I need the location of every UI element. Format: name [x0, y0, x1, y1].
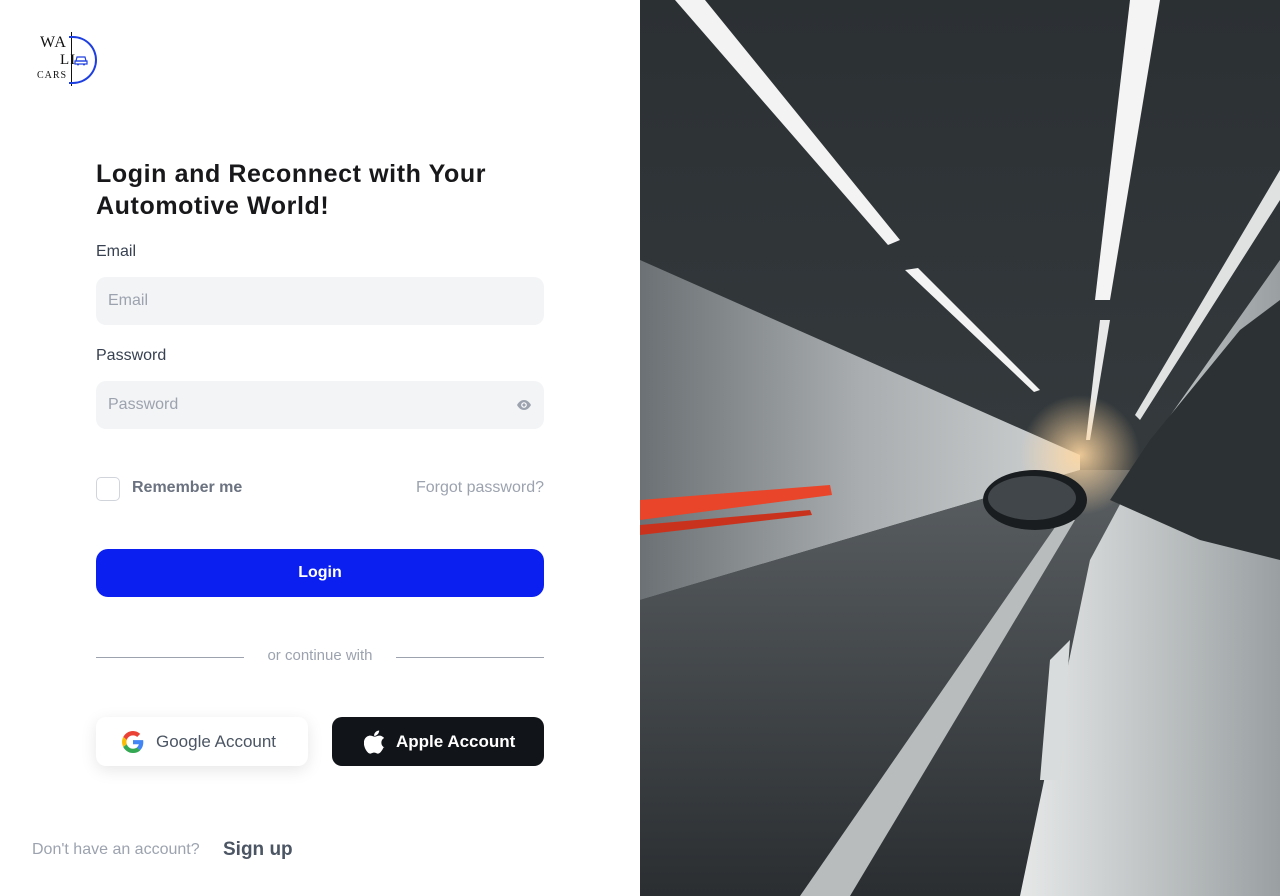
email-label: Email	[96, 243, 137, 260]
signup-link[interactable]: Sign up	[223, 839, 293, 861]
login-button[interactable]: Login	[96, 549, 544, 597]
divider-line-left	[96, 657, 244, 658]
password-input[interactable]	[96, 381, 544, 429]
password-label: Password	[96, 347, 167, 364]
apple-login-label: Apple Account	[396, 731, 516, 751]
google-login-label: Google Account	[156, 731, 277, 751]
login-panel: WA LI CARS Login and Reconnect with Your…	[0, 0, 640, 896]
remember-me-checkbox[interactable]	[96, 477, 120, 501]
divider-line-right	[396, 657, 544, 658]
hero-image	[640, 0, 1280, 896]
eye-icon[interactable]	[516, 397, 532, 413]
divider-text: or continue with	[267, 647, 373, 664]
google-login-button[interactable]: Google Account	[96, 717, 308, 766]
forgot-password-link[interactable]: Forgot password?	[416, 479, 544, 497]
apple-icon	[364, 730, 386, 754]
remember-me-label[interactable]: Remember me	[132, 479, 242, 497]
logo-line-3: CARS	[37, 70, 68, 81]
email-input[interactable]	[96, 277, 544, 325]
tunnel-car-photo	[640, 0, 1280, 896]
logo-line-1: WA	[40, 34, 67, 51]
brand-logo[interactable]: WA LI CARS	[36, 30, 100, 88]
apple-login-button[interactable]: Apple Account	[332, 717, 544, 766]
google-icon	[122, 730, 144, 753]
signup-prompt: Don't have an account?	[32, 841, 200, 858]
car-icon	[74, 56, 88, 66]
page-title: Login and Reconnect with Your Automotive…	[96, 160, 487, 220]
email-field-container	[96, 277, 544, 325]
password-field-container	[96, 381, 544, 429]
